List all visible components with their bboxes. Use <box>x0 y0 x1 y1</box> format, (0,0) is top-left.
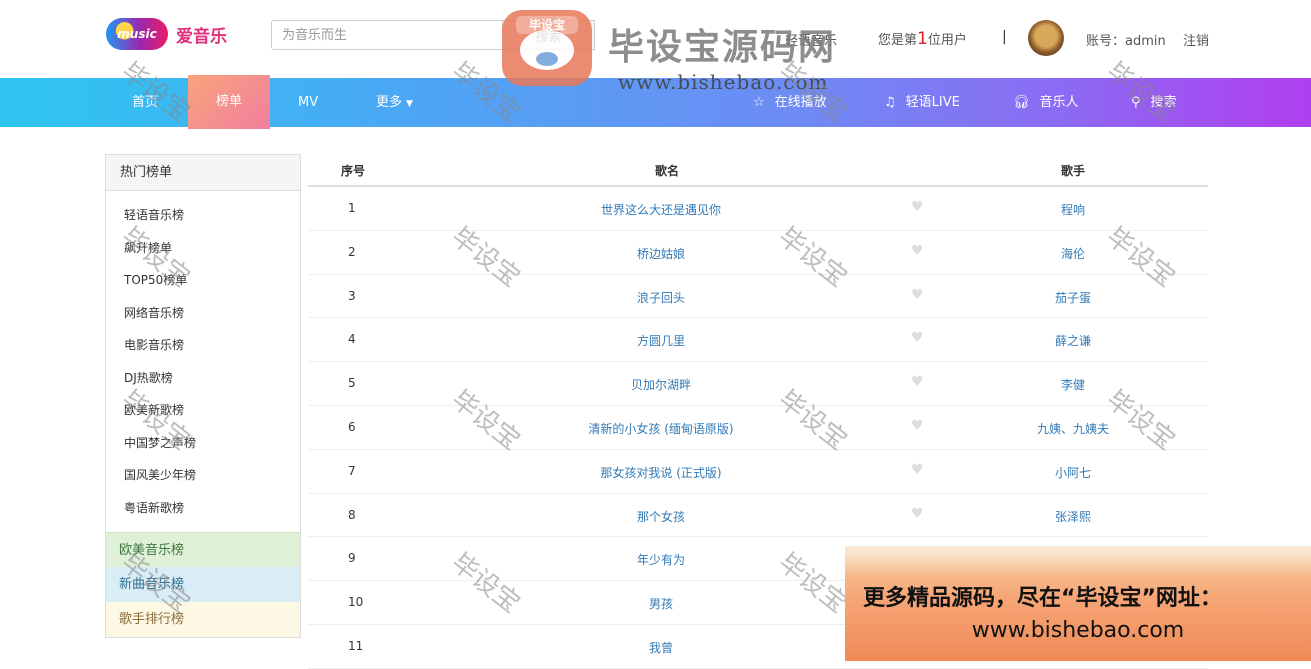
heart-icon[interactable]: ♥ <box>911 374 924 390</box>
nav-musician[interactable]: 🎧︎ 音乐人 <box>1013 78 1079 127</box>
song-link[interactable]: 桥边姑娘 <box>308 245 1014 262</box>
ad-banner[interactable]: 更多精品源码，尽在“毕设宝”网址： www.bishebao.com <box>845 546 1311 661</box>
nav-live-label: 轻语LIVE <box>905 95 960 110</box>
nav-mv[interactable]: MV <box>298 78 318 127</box>
header: music 爱音乐 搜索 轻语音乐 您是第1位用户 | 账号：admin 注销 <box>0 0 1311 78</box>
song-link[interactable]: 方圆几里 <box>308 332 1014 349</box>
heart-icon[interactable]: ♥ <box>911 199 924 215</box>
sidebar-item[interactable]: 欧美新歌榜 <box>106 398 300 431</box>
ad-fade <box>845 546 1311 576</box>
sidebar-item[interactable]: TOP50榜单 <box>106 268 300 301</box>
song-link[interactable]: 清新的小女孩 (缅甸语原版) <box>308 420 1014 437</box>
artist-link[interactable]: 程响 <box>973 201 1173 218</box>
header-song: 歌名 <box>655 164 680 178</box>
nav-more-label: 更多 <box>376 95 403 110</box>
song-link[interactable]: 那女孩对我说 (正式版) <box>308 464 1014 481</box>
ad-text: 更多精品源码，尽在“毕设宝”网址： <box>863 586 1222 611</box>
search-input[interactable] <box>271 20 503 50</box>
nav-search[interactable]: ⚲ 搜索 <box>1131 78 1177 127</box>
table-row: 5 贝加尔湖畔 ♥ 李健 <box>308 362 1208 406</box>
chart-sidebar: 热门榜单 轻语音乐榜 飙升榜单 TOP50榜单 网络音乐榜 电影音乐榜 DJ热歌… <box>105 154 301 638</box>
song-link[interactable]: 那个女孩 <box>308 508 1014 525</box>
song-link[interactable]: 贝加尔湖畔 <box>308 376 1014 393</box>
sidebar-new-songs-chart[interactable]: 新曲音乐榜 <box>106 567 300 602</box>
ad-url: www.bishebao.com <box>971 618 1185 643</box>
header-no: 序号 <box>341 164 366 178</box>
table-row: 4 方圆几里 ♥ 薛之谦 <box>308 318 1208 363</box>
table-row: 2 桥边姑娘 ♥ 海伦 <box>308 231 1208 275</box>
heart-icon[interactable]: ♥ <box>911 330 924 346</box>
sidebar-item[interactable]: 国风美少年榜 <box>106 463 300 496</box>
logo[interactable]: music 爱音乐 <box>106 18 227 50</box>
search-icon: ⚲ <box>1131 95 1141 110</box>
account-label[interactable]: 账号：admin <box>1086 30 1166 49</box>
heart-icon[interactable]: ♥ <box>911 462 924 478</box>
artist-link[interactable]: 海伦 <box>973 245 1173 262</box>
header-note: 轻语音乐 <box>785 34 838 49</box>
table-row: 8 那个女孩 ♥ 张泽熙 <box>308 494 1208 538</box>
logo-text: 爱音乐 <box>176 26 227 47</box>
avatar[interactable] <box>1028 20 1064 56</box>
nav-online-play[interactable]: ☆ 在线播放 <box>753 78 827 127</box>
sidebar-item[interactable]: 飙升榜单 <box>106 236 300 269</box>
table-row: 3 浪子回头 ♥ 茄子蛋 <box>308 275 1208 319</box>
main-nav: 首页 榜单 MV 更多 ▼ ☆ 在线播放 ♫ 轻语LIVE 🎧︎ 音乐人 ⚲ 搜索 <box>0 75 1311 129</box>
logo-badge: music <box>106 18 168 50</box>
song-link[interactable]: 浪子回头 <box>308 289 1014 306</box>
music-note-icon: ♫ <box>884 95 896 110</box>
star-icon: ☆ <box>753 95 765 110</box>
sidebar-item[interactable]: 电影音乐榜 <box>106 333 300 366</box>
table-row: 1 世界这么大还是遇见你 ♥ 程响 <box>308 187 1208 231</box>
heart-icon[interactable]: ♥ <box>911 243 924 259</box>
nav-charts[interactable]: 榜单 <box>188 75 270 129</box>
sidebar-title: 热门榜单 <box>106 155 300 191</box>
nav-live[interactable]: ♫ 轻语LIVE <box>884 78 960 127</box>
nav-more[interactable]: 更多 ▼ <box>376 78 413 127</box>
artist-link[interactable]: 九姨、九姨夫 <box>973 420 1173 437</box>
artist-link[interactable]: 李健 <box>973 376 1173 393</box>
heart-icon[interactable]: ♥ <box>911 506 924 522</box>
table-row: 6 清新的小女孩 (缅甸语原版) ♥ 九姨、九姨夫 <box>308 406 1208 450</box>
nav-online-play-label: 在线播放 <box>774 95 827 110</box>
sidebar-item[interactable]: 轻语音乐榜 <box>106 203 300 236</box>
heart-icon[interactable]: ♥ <box>911 418 924 434</box>
welcome-suffix: 位用户 <box>927 33 967 48</box>
header-artist: 歌手 <box>1061 164 1086 178</box>
nav-search-label: 搜索 <box>1150 95 1177 110</box>
nav-home[interactable]: 首页 <box>132 78 158 127</box>
header-divider: | <box>1002 29 1007 45</box>
artist-link[interactable]: 张泽熙 <box>973 508 1173 525</box>
headphones-icon: 🎧︎ <box>1013 95 1030 110</box>
artist-link[interactable]: 薛之谦 <box>973 332 1173 349</box>
sidebar-artist-ranking[interactable]: 歌手排行榜 <box>106 602 300 637</box>
sidebar-item[interactable]: 中国梦之声榜 <box>106 431 300 464</box>
heart-icon[interactable]: ♥ <box>911 287 924 303</box>
sidebar-item[interactable]: DJ热歌榜 <box>106 366 300 399</box>
song-link[interactable]: 世界这么大还是遇见你 <box>308 201 1014 218</box>
caret-down-icon: ▼ <box>406 99 413 109</box>
artist-link[interactable]: 茄子蛋 <box>973 289 1173 306</box>
welcome-text: 您是第1位用户 <box>878 29 967 49</box>
user-count: 1 <box>917 29 928 49</box>
table-header: 序号 歌名 歌手 <box>308 154 1208 187</box>
logout-link[interactable]: 注销 <box>1183 30 1209 49</box>
sidebar-item[interactable]: 粤语新歌榜 <box>106 496 300 529</box>
sidebar-western-chart[interactable]: 欧美音乐榜 <box>106 532 300 567</box>
sidebar-item[interactable]: 网络音乐榜 <box>106 301 300 334</box>
nav-musician-label: 音乐人 <box>1039 95 1079 110</box>
welcome-prefix: 您是第 <box>878 33 918 48</box>
sidebar-list: 轻语音乐榜 飙升榜单 TOP50榜单 网络音乐榜 电影音乐榜 DJ热歌榜 欧美新… <box>106 191 300 528</box>
search-button[interactable]: 搜索 <box>503 20 595 50</box>
table-row: 7 那女孩对我说 (正式版) ♥ 小阿七 <box>308 450 1208 494</box>
artist-link[interactable]: 小阿七 <box>973 464 1173 481</box>
